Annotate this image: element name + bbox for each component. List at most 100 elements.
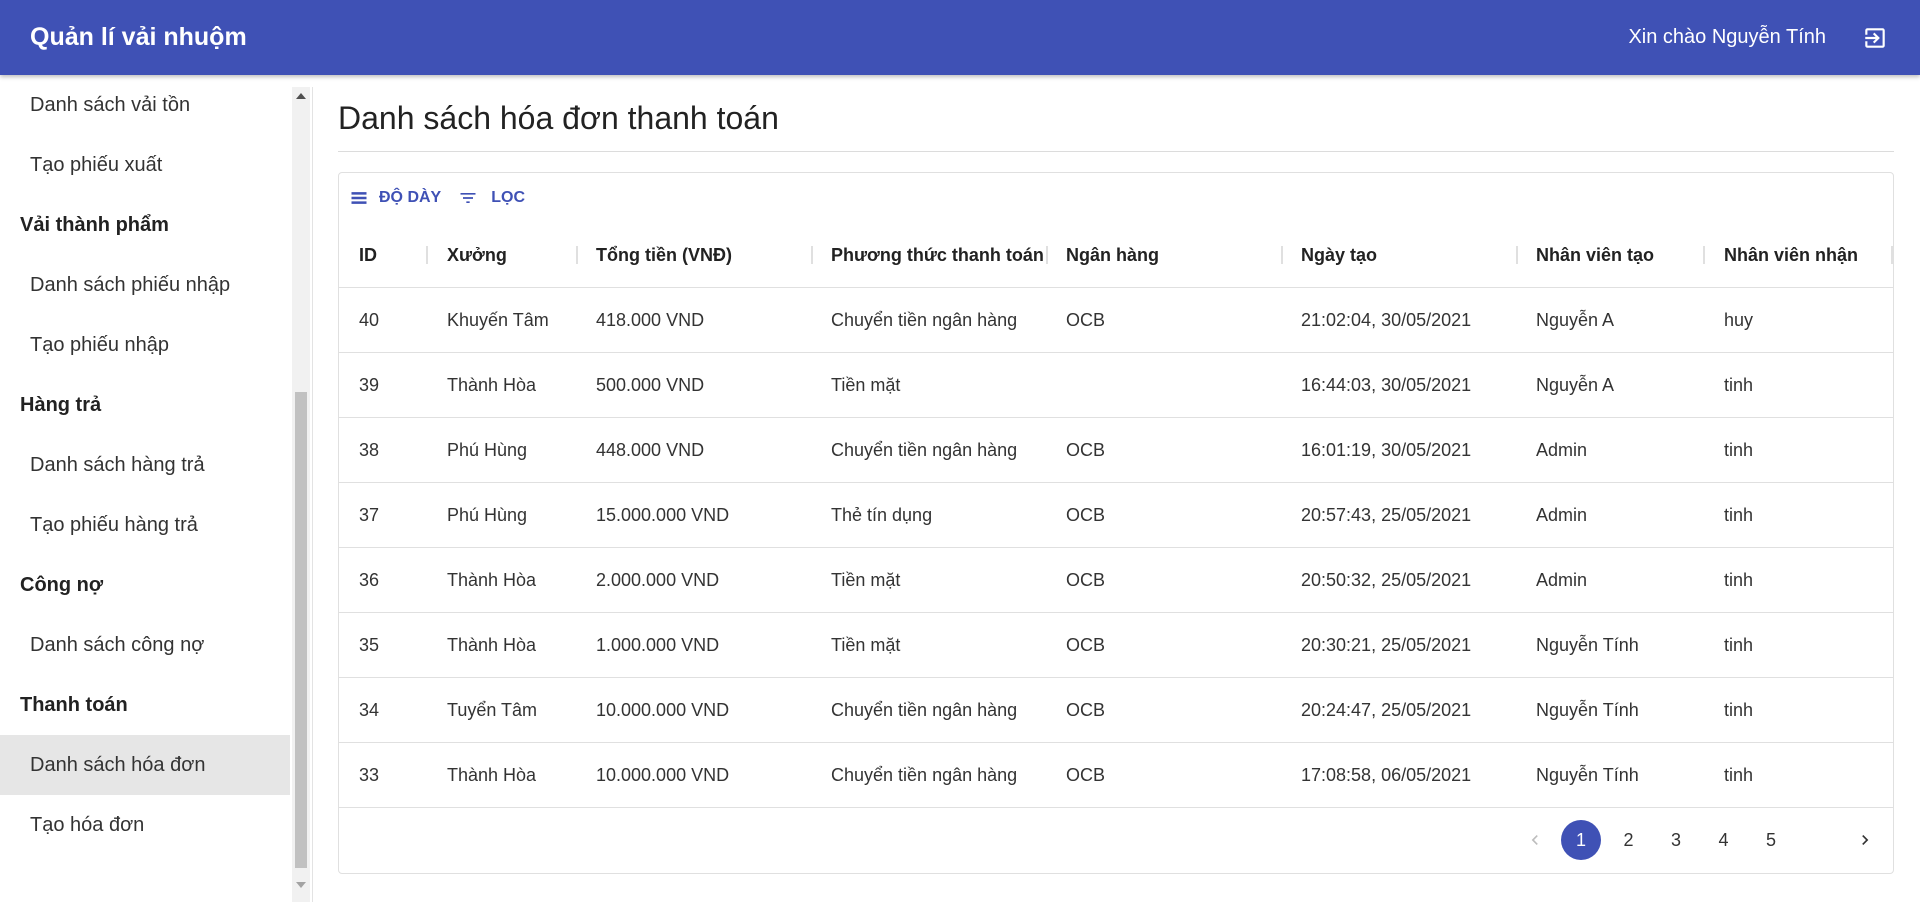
table-row[interactable]: 35 Thành Hòa 1.000.000 VND Tiền mặt OCB 20:30… bbox=[339, 613, 1893, 678]
sidebar-item-label: Danh sách phiếu nhập bbox=[30, 273, 231, 296]
table-cell: Thành Hòa bbox=[447, 764, 537, 785]
table-cell: OCB bbox=[1066, 504, 1106, 525]
sidebar-item[interactable]: Tạo phiếu nhập bbox=[0, 315, 290, 375]
sidebar-item[interactable]: Tạo phiếu hàng trả bbox=[0, 495, 290, 555]
app-bar: Quản lí vải nhuộm Xin chào Nguyễn Tính bbox=[0, 0, 1920, 75]
filter-button[interactable]: LỌC bbox=[455, 188, 525, 208]
table-row[interactable]: 37 Phú Hùng 15.000.000 VND Thẻ tín dụng OCB 2… bbox=[339, 483, 1893, 548]
table-cell: 17:08:58, 06/05/2021 bbox=[1301, 764, 1472, 785]
sidebar-section-header: Hàng trả bbox=[0, 375, 290, 435]
table-cell: Tiền mặt bbox=[831, 374, 901, 395]
table-cell: OCB bbox=[1066, 634, 1106, 655]
table-cell: Nguyễn A bbox=[1536, 374, 1615, 395]
column-header[interactable]: ID bbox=[359, 223, 377, 288]
sidebar: Danh sách vải tồn Tạo phiếu xuất Vải thành… bbox=[0, 75, 290, 902]
table-row[interactable]: 38 Phú Hùng 448.000 VND Chuyển tiền ngân hà… bbox=[339, 418, 1893, 483]
chevron-left-icon bbox=[1531, 835, 1538, 845]
table-row[interactable]: 36 Thành Hòa 2.000.000 VND Tiền mặt OCB 20:50… bbox=[339, 548, 1893, 613]
table-cell: Admin bbox=[1536, 504, 1588, 525]
scroll-up-arrow-icon[interactable] bbox=[292, 87, 310, 105]
column-header[interactable]: Xưởng bbox=[447, 223, 507, 288]
table-row[interactable]: 39 Thành Hòa 500.000 VND Tiền mặt 16:44:03, … bbox=[339, 353, 1893, 418]
sidebar-item[interactable]: Danh sách hàng trả bbox=[0, 435, 290, 495]
column-separator[interactable] bbox=[1516, 246, 1518, 264]
next-page-button[interactable] bbox=[1845, 820, 1885, 860]
sidebar-divider bbox=[312, 87, 313, 902]
table-cell: 20:57:43, 25/05/2021 bbox=[1301, 504, 1472, 525]
column-separator[interactable] bbox=[426, 246, 428, 264]
column-separator[interactable] bbox=[1281, 246, 1283, 264]
table-cell: Admin bbox=[1536, 569, 1588, 590]
table-cell: 10.000.000 VND bbox=[596, 699, 730, 720]
user-greeting: Xin chào Nguyễn Tính bbox=[1628, 26, 1826, 48]
table-cell: 20:50:32, 25/05/2021 bbox=[1301, 569, 1472, 590]
scroll-thumb[interactable] bbox=[295, 392, 307, 868]
column-header-row: ID Xưởng Tổng tiền (VNĐ) Phương thức thanh … bbox=[339, 223, 1893, 288]
logout-icon bbox=[1865, 27, 1885, 48]
column-header[interactable]: Ngân hàng bbox=[1066, 223, 1159, 288]
table-cell: Chuyển tiền ngân hàng bbox=[831, 439, 1018, 460]
sidebar-item[interactable]: Danh sách phiếu nhập bbox=[0, 255, 290, 315]
table-row[interactable]: 33 Thành Hòa 10.000.000 VND Chuyển tiền ngâ… bbox=[339, 743, 1893, 808]
table-cell: Chuyển tiền ngân hàng bbox=[831, 764, 1018, 785]
sidebar-item[interactable]: Danh sách công nợ bbox=[0, 615, 290, 675]
page-button[interactable]: 5 bbox=[1751, 820, 1791, 860]
pagination: 12345 bbox=[1493, 808, 1893, 873]
table-cell: Khuyến Tâm bbox=[447, 309, 549, 330]
chevron-right-icon bbox=[1862, 835, 1869, 845]
previous-page-button[interactable] bbox=[1515, 820, 1555, 860]
density-icon bbox=[351, 192, 367, 204]
table-cell: 500.000 VND bbox=[596, 374, 705, 395]
sidebar-item-label: Hàng trả bbox=[20, 393, 102, 416]
table-cell: 418.000 VND bbox=[596, 309, 705, 330]
column-header[interactable]: Nhân viên tạo bbox=[1536, 223, 1654, 288]
logout-button[interactable] bbox=[1860, 23, 1890, 53]
column-header[interactable]: Phương thức thanh toán bbox=[831, 223, 1044, 288]
table-cell: huy bbox=[1724, 309, 1754, 330]
table-cell: tinh bbox=[1724, 764, 1754, 785]
column-separator[interactable] bbox=[1891, 246, 1893, 264]
density-button[interactable]: ĐỘ DÀY bbox=[349, 188, 441, 208]
column-header[interactable]: Nhân viên nhận bbox=[1724, 223, 1858, 288]
page-button[interactable]: 4 bbox=[1704, 820, 1744, 860]
invoice-data-grid: ĐỘ DÀY LỌC ID Xưởng Tổng tiền (VNĐ) Phương … bbox=[338, 172, 1894, 874]
sidebar-nav: Danh sách vải tồn Tạo phiếu xuất Vải thành… bbox=[0, 75, 290, 902]
filter-label: LỌC bbox=[491, 189, 526, 206]
sidebar-item-label: Danh sách hóa đơn bbox=[30, 753, 206, 776]
table-cell: Nguyễn A bbox=[1536, 309, 1615, 330]
density-label: ĐỘ DÀY bbox=[379, 189, 442, 206]
table-cell: 34 bbox=[359, 699, 380, 720]
sidebar-item-label: Tạo phiếu hàng trả bbox=[30, 513, 198, 536]
sidebar-scrollbar[interactable] bbox=[292, 87, 310, 902]
filter-icon bbox=[460, 193, 476, 203]
page-button[interactable]: 2 bbox=[1609, 820, 1649, 860]
sidebar-item[interactable]: Tạo phiếu xuất bbox=[0, 135, 290, 195]
page-button[interactable]: 3 bbox=[1656, 820, 1696, 860]
table-cell: 21:02:04, 30/05/2021 bbox=[1301, 309, 1472, 330]
table-cell: tinh bbox=[1724, 634, 1754, 655]
table-row[interactable]: 40 Khuyến Tâm 418.000 VND Chuyển tiền ngân … bbox=[339, 288, 1893, 353]
column-header[interactable]: Tổng tiền (VNĐ) bbox=[596, 223, 732, 288]
column-header[interactable]: Ngày tạo bbox=[1301, 223, 1377, 288]
page-button[interactable]: 1 bbox=[1561, 820, 1601, 860]
table-cell: 15.000.000 VND bbox=[596, 504, 730, 525]
column-separator[interactable] bbox=[811, 246, 813, 264]
table-cell: Thành Hòa bbox=[447, 569, 537, 590]
table-cell: Thành Hòa bbox=[447, 634, 537, 655]
table-cell: 16:44:03, 30/05/2021 bbox=[1301, 374, 1472, 395]
column-separator[interactable] bbox=[1046, 246, 1048, 264]
table-cell: 20:30:21, 25/05/2021 bbox=[1301, 634, 1472, 655]
table-row[interactable]: 34 Tuyển Tâm 10.000.000 VND Chuyển tiền ngâ… bbox=[339, 678, 1893, 743]
scroll-down-arrow-icon[interactable] bbox=[292, 876, 310, 894]
sidebar-item[interactable]: Tạo hóa đơn bbox=[0, 795, 290, 855]
column-separator[interactable] bbox=[576, 246, 578, 264]
sidebar-item[interactable]: Danh sách hóa đơn bbox=[0, 735, 290, 795]
table-cell: 2.000.000 VND bbox=[596, 569, 720, 590]
table-cell: Phú Hùng bbox=[447, 439, 528, 460]
column-separator[interactable] bbox=[1703, 246, 1705, 264]
table-cell: Nguyễn Tính bbox=[1536, 764, 1639, 785]
table-cell: Phú Hùng bbox=[447, 504, 528, 525]
table-cell: Thành Hòa bbox=[447, 374, 537, 395]
sidebar-section-header: Thanh toán bbox=[0, 675, 290, 735]
sidebar-item[interactable]: Danh sách vải tồn bbox=[0, 75, 290, 135]
